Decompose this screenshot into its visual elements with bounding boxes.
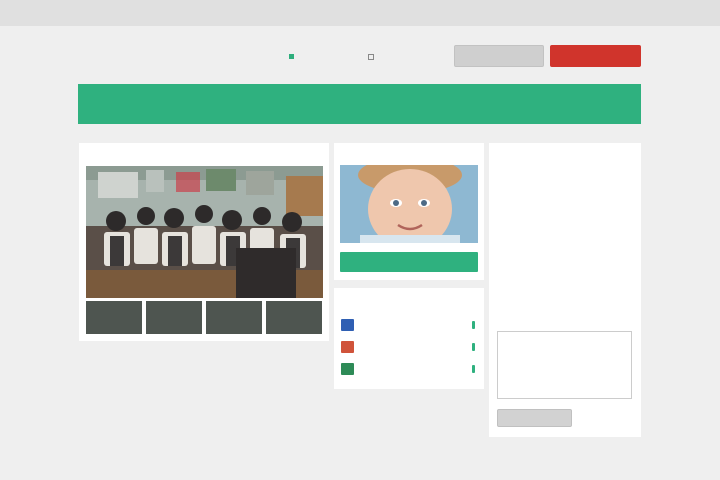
download-icon[interactable] xyxy=(472,343,475,351)
excel-icon xyxy=(341,363,354,375)
video-thumbnail[interactable] xyxy=(86,301,142,334)
message-input[interactable] xyxy=(497,331,632,399)
word-icon xyxy=(341,319,354,331)
video-thumbnails xyxy=(86,301,323,334)
status-indicator xyxy=(289,54,299,60)
material-item[interactable] xyxy=(341,363,479,375)
secondary-button[interactable] xyxy=(454,45,544,67)
classroom-image xyxy=(86,166,323,298)
material-item[interactable] xyxy=(341,341,479,353)
video-thumbnail[interactable] xyxy=(206,301,262,334)
material-item[interactable] xyxy=(341,319,479,331)
participant-photo xyxy=(340,165,478,243)
video-thumbnail[interactable] xyxy=(266,301,322,334)
checkbox-icon[interactable] xyxy=(368,54,374,60)
download-icon[interactable] xyxy=(472,321,475,329)
primary-action-button[interactable] xyxy=(550,45,641,67)
pdf-icon xyxy=(341,341,354,353)
video-thumbnail[interactable] xyxy=(146,301,202,334)
status-banner xyxy=(78,84,641,124)
option-checkbox[interactable] xyxy=(368,54,378,61)
download-icon[interactable] xyxy=(472,365,475,373)
status-square-icon xyxy=(289,54,294,59)
classroom-photo[interactable] xyxy=(86,166,323,298)
participant-action-button[interactable] xyxy=(340,252,478,272)
top-bar xyxy=(0,0,720,26)
send-message-button[interactable] xyxy=(497,409,572,427)
child-portrait-image xyxy=(340,165,478,243)
